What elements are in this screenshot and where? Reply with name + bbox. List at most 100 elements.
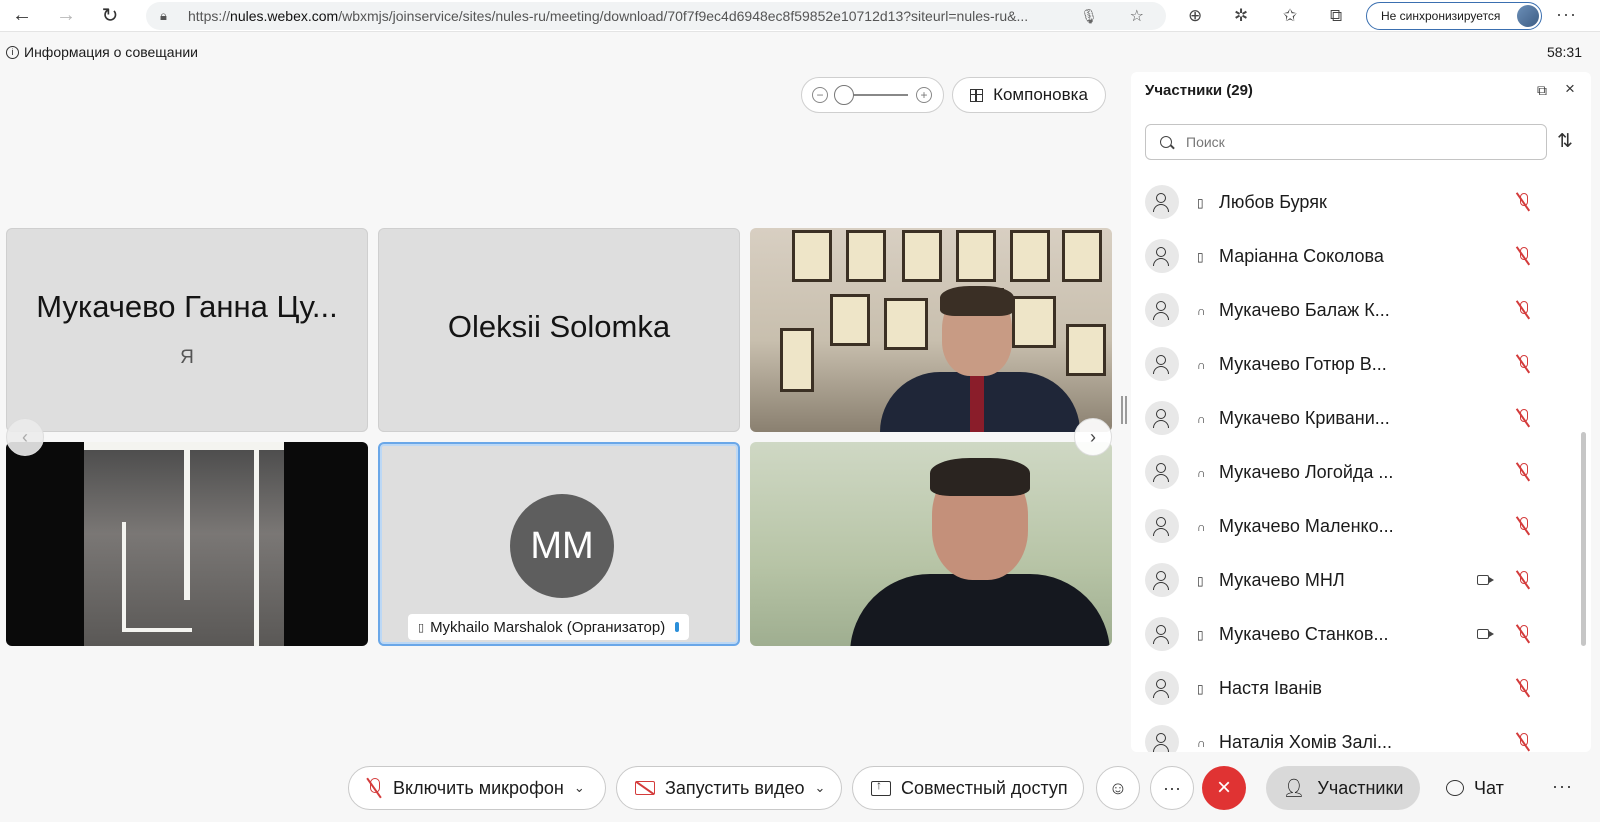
start-video-button[interactable]: Запустить видео ⌄ bbox=[616, 766, 842, 810]
popout-icon[interactable]: ⧉ bbox=[1537, 82, 1547, 99]
user-avatar-icon bbox=[1145, 563, 1179, 597]
chevron-left-icon: ‹ bbox=[22, 426, 28, 447]
mic-muted-icon bbox=[1517, 625, 1529, 643]
panel-resize-handle[interactable] bbox=[1121, 396, 1127, 424]
participant-search bbox=[1145, 124, 1547, 160]
phone-icon: ▯ bbox=[1197, 250, 1204, 264]
extensions-icon[interactable]: ✲ bbox=[1234, 6, 1248, 26]
host-name: Mykhailo Marshalok (Организатор) bbox=[430, 618, 666, 636]
user-avatar-icon bbox=[1145, 347, 1179, 381]
close-icon[interactable]: × bbox=[1565, 79, 1575, 99]
video-tile-host[interactable]: MM ▯ Mykhailo Marshalok (Организатор) bbox=[378, 442, 740, 646]
browser-more-icon[interactable]: ··· bbox=[1556, 4, 1577, 25]
smiley-icon: ☺ bbox=[1108, 777, 1128, 798]
translate-icon[interactable]: ⊕ bbox=[1188, 6, 1202, 26]
close-icon: × bbox=[1216, 774, 1231, 801]
grid-layout-icon bbox=[970, 88, 984, 102]
participant-row[interactable]: ▯ Настя Іванів bbox=[1131, 662, 1571, 716]
sort-icon[interactable]: ⇅ bbox=[1557, 130, 1573, 153]
start-video-label: Запустить видео bbox=[665, 777, 805, 798]
video-icon bbox=[1477, 629, 1494, 639]
user-avatar-icon bbox=[1145, 401, 1179, 435]
user-avatar-icon bbox=[1145, 509, 1179, 543]
participant-row[interactable]: ∩ Мукачево Готюр В... bbox=[1131, 338, 1571, 392]
share-screen-icon bbox=[871, 778, 891, 796]
more-icon: ··· bbox=[1163, 777, 1181, 798]
participant-name: Мукачево Станков... bbox=[1219, 624, 1389, 644]
participant-row[interactable]: ∩ Мукачево Балаж К... bbox=[1131, 284, 1571, 338]
participant-row[interactable]: ▯ Маріанна Соколова bbox=[1131, 230, 1571, 284]
forward-arrow-icon: → bbox=[56, 4, 76, 26]
profile-status: Не синхронизируется bbox=[1381, 9, 1501, 23]
participant-name: Наталія Хомів Залі... bbox=[1219, 732, 1393, 752]
user-avatar-icon bbox=[1145, 239, 1179, 273]
participants-label: Участники bbox=[1317, 777, 1404, 798]
collections-icon[interactable]: ⧉ bbox=[1330, 6, 1342, 26]
profile-button[interactable]: Не синхронизируется bbox=[1366, 2, 1542, 30]
participants-icon: 👤︎ bbox=[1282, 777, 1306, 798]
zoom-slider-handle[interactable] bbox=[834, 85, 854, 105]
participant-row[interactable]: ▯ Любов Буряк bbox=[1131, 176, 1571, 230]
chevron-down-icon[interactable]: ⌄ bbox=[574, 780, 585, 796]
phone-icon: ▯ bbox=[1197, 196, 1204, 210]
layout-button[interactable]: Компоновка bbox=[952, 77, 1106, 113]
voice-search-icon[interactable]: 🎙︎ bbox=[1080, 8, 1098, 25]
phone-icon: ▯ bbox=[1197, 574, 1204, 588]
phone-icon: ▯ bbox=[418, 621, 425, 634]
headset-icon: ∩ bbox=[1197, 520, 1206, 534]
search-input[interactable] bbox=[1186, 134, 1526, 150]
favorites-icon[interactable]: ✩ bbox=[1283, 6, 1297, 26]
carousel-prev-button[interactable]: ‹ bbox=[6, 418, 44, 456]
video-tile-room[interactable] bbox=[6, 442, 368, 646]
share-button[interactable]: Совместный доступ bbox=[852, 766, 1084, 810]
zoom-out-icon[interactable]: − bbox=[812, 87, 828, 103]
add-favorite-icon[interactable]: ☆ bbox=[1130, 6, 1144, 26]
forward-button[interactable]: → bbox=[44, 0, 88, 32]
participant-row[interactable]: ∩ Мукачево Маленко... bbox=[1131, 500, 1571, 554]
more-icon[interactable]: ··· bbox=[1552, 776, 1573, 797]
participant-row[interactable]: ∩ Наталія Хомів Залі... bbox=[1131, 716, 1571, 752]
participant-name: Мукачево МНЛ bbox=[1219, 570, 1345, 590]
participant-row[interactable]: ∩ Мукачево Кривани... bbox=[1131, 392, 1571, 446]
user-avatar-icon bbox=[1145, 455, 1179, 489]
headset-icon: ∩ bbox=[1197, 304, 1206, 318]
panel-scrollbar[interactable] bbox=[1581, 432, 1586, 646]
participant-row[interactable]: ▯ Мукачево Станков... bbox=[1131, 608, 1571, 662]
video-tile-oleksii[interactable]: Oleksii Solomka bbox=[378, 228, 740, 432]
leave-meeting-button[interactable]: × bbox=[1202, 766, 1246, 810]
video-tile-speaker[interactable] bbox=[750, 442, 1112, 646]
video-tile-self[interactable]: Мукачево Ганна Цу... Я bbox=[6, 228, 368, 432]
chevron-right-icon: › bbox=[1090, 426, 1096, 447]
unmute-button[interactable]: Включить микрофон ⌄ bbox=[348, 766, 606, 810]
carousel-next-button[interactable]: › bbox=[1074, 418, 1112, 456]
meeting-info-label: Информация о совещании bbox=[24, 44, 198, 60]
mic-muted-icon bbox=[1517, 571, 1529, 589]
layout-label: Компоновка bbox=[993, 85, 1088, 104]
chevron-down-icon[interactable]: ⌄ bbox=[815, 780, 826, 796]
zoom-control: − + bbox=[801, 77, 944, 113]
participant-row[interactable]: ∩ Мукачево Логойда ... bbox=[1131, 446, 1571, 500]
back-arrow-icon: ← bbox=[12, 4, 32, 26]
zoom-in-icon[interactable]: + bbox=[916, 87, 932, 103]
chat-button[interactable]: Чат bbox=[1446, 766, 1504, 810]
participants-button[interactable]: 👤︎ Участники bbox=[1266, 766, 1420, 810]
video-tile-office[interactable] bbox=[750, 228, 1112, 432]
meeting-info-button[interactable]: i Информация о совещании bbox=[6, 44, 198, 60]
reactions-button[interactable]: ☺ bbox=[1096, 766, 1140, 810]
mic-muted-icon bbox=[1517, 355, 1529, 373]
address-bar[interactable]: 🔒︎ https://nules.webex.com/wbxmjs/joinse… bbox=[146, 2, 1166, 30]
zoom-slider[interactable] bbox=[834, 85, 908, 105]
meeting-timer: 58:31 bbox=[1546, 44, 1582, 60]
panel-title: Участники (29) bbox=[1145, 82, 1253, 99]
participant-row[interactable]: ▯ Мукачево МНЛ bbox=[1131, 554, 1571, 608]
back-button[interactable]: ← bbox=[0, 0, 44, 32]
mic-muted-icon bbox=[1517, 247, 1529, 265]
headset-icon: ∩ bbox=[1197, 412, 1206, 426]
mic-muted-icon bbox=[1517, 517, 1529, 535]
more-options-button[interactable]: ··· bbox=[1150, 766, 1194, 810]
video-feed bbox=[750, 228, 1112, 432]
user-avatar-icon bbox=[1145, 293, 1179, 327]
user-avatar-icon bbox=[1145, 725, 1179, 752]
lock-icon: 🔒︎ bbox=[160, 8, 167, 23]
reload-button[interactable]: ↻ bbox=[88, 0, 132, 32]
